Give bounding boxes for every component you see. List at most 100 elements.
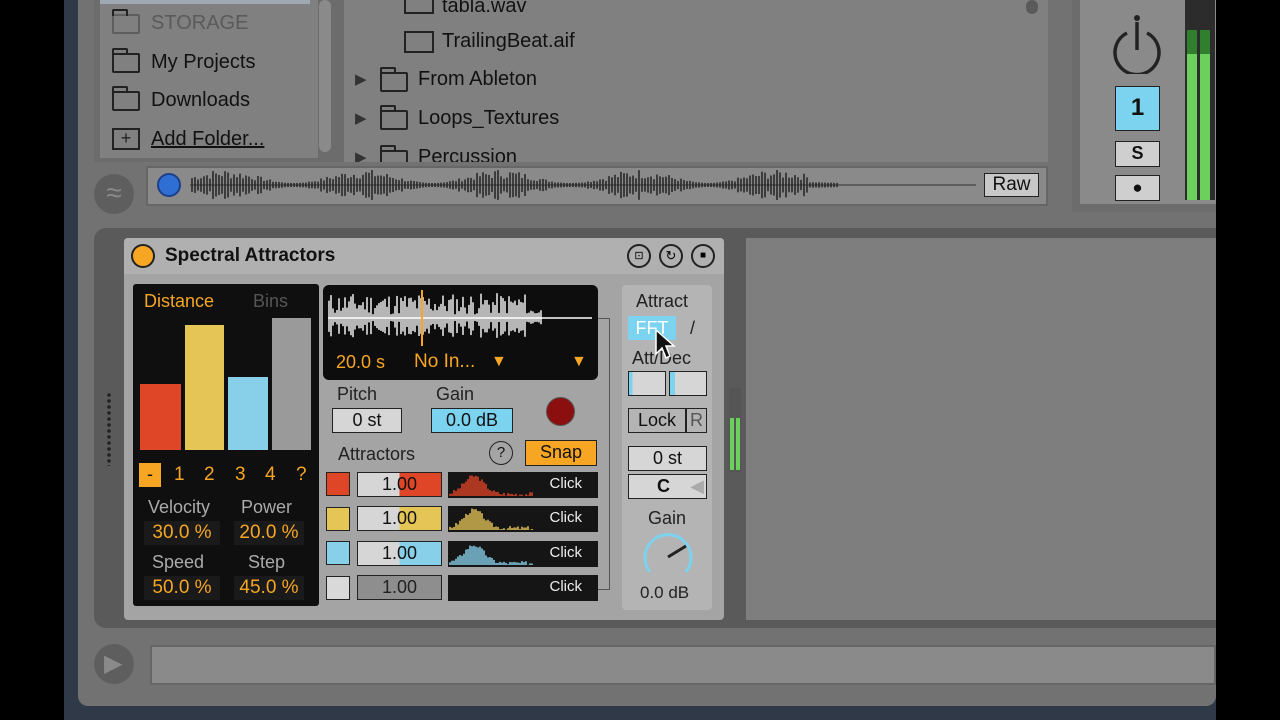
lock-label: Lock — [637, 410, 677, 430]
attractors-label: Attractors — [338, 444, 416, 464]
folder-icon — [380, 67, 408, 92]
attractor-spectrum[interactable]: Click — [448, 472, 598, 498]
level-meter-right — [1200, 30, 1210, 200]
record-button[interactable] — [546, 397, 575, 426]
selector-2[interactable]: 2 — [204, 464, 215, 486]
input-select[interactable]: No In... — [414, 351, 475, 373]
expand-arrow-icon[interactable]: ▶ — [355, 70, 367, 88]
attractor-amount[interactable]: 1.00 — [357, 541, 442, 566]
attractor-color-swatch[interactable] — [326, 541, 350, 565]
attractor-amount[interactable]: 1.00 — [357, 506, 442, 531]
attractor-bar-4[interactable] — [272, 318, 311, 450]
attractor-spectrum[interactable]: Click — [448, 541, 598, 567]
file-item-label: Loops_Textures — [418, 107, 560, 129]
device-on-button[interactable] — [131, 244, 155, 268]
attack-slider[interactable] — [628, 371, 666, 396]
gain-value[interactable]: 0.0 dB — [431, 408, 513, 433]
status-bar — [150, 645, 1216, 685]
file-item-label: Percussion — [418, 146, 517, 162]
tab-distance[interactable]: Distance — [144, 291, 214, 312]
expand-arrow-icon[interactable]: ▶ — [355, 109, 367, 127]
reset-icon[interactable]: ↻ — [659, 244, 683, 268]
file-item-percussion[interactable]: ▶ Percussion — [344, 140, 1044, 162]
power-label: Power — [241, 497, 293, 517]
gain-label: Gain — [436, 384, 475, 404]
file-item-label: TrailingBeat.aif — [442, 30, 575, 52]
snap-button[interactable]: Snap — [525, 440, 597, 466]
selector-random[interactable]: ? — [296, 464, 307, 486]
audio-file-icon — [404, 31, 434, 53]
audio-file-icon — [404, 0, 434, 14]
transpose-value[interactable]: 0 st — [628, 446, 707, 471]
attractor-spectrum[interactable]: Click — [448, 575, 598, 601]
sample-length[interactable]: 20.0 s — [336, 352, 385, 373]
hot-swap-icon[interactable]: ⊡ — [627, 244, 651, 268]
attractor-bar-3[interactable] — [228, 377, 268, 450]
track-activator-button[interactable]: 1 — [1115, 86, 1160, 131]
device-grip-dots[interactable] — [106, 392, 112, 466]
places-item-label: My Projects — [151, 51, 256, 73]
key-value: C — [657, 476, 670, 496]
velocity-label: Velocity — [148, 497, 211, 517]
attractor-amount[interactable]: 1.00 — [357, 575, 442, 600]
attractor-spectrum[interactable]: Click — [448, 506, 598, 532]
attractor-color-swatch[interactable] — [326, 507, 350, 531]
preview-toggle-button[interactable]: ≈ — [94, 174, 134, 214]
sample-waveform[interactable] — [328, 290, 592, 346]
r-label: R — [690, 410, 703, 430]
decay-slider[interactable] — [669, 371, 707, 396]
expand-arrow-icon[interactable]: ▶ — [355, 148, 367, 162]
click-button[interactable]: Click — [550, 544, 583, 561]
selector-label: - — [147, 464, 153, 484]
places-item-label: STORAGE — [151, 12, 249, 34]
file-scrollbar[interactable] — [1026, 0, 1038, 14]
options-dropdown-arrow-icon[interactable]: ▼ — [571, 353, 587, 371]
key-select[interactable]: C ◀ — [628, 474, 707, 499]
headphones-icon[interactable] — [157, 173, 181, 197]
attractor-bars[interactable] — [140, 318, 312, 450]
slash-label[interactable]: / — [690, 318, 695, 339]
places-item-label: Downloads — [151, 89, 250, 111]
attractor-color-swatch[interactable] — [326, 472, 350, 496]
pitch-label: Pitch — [337, 384, 378, 404]
add-folder-icon: + — [112, 128, 140, 150]
step-value[interactable]: 45.0 % — [234, 576, 304, 600]
click-button[interactable]: Click — [550, 578, 583, 595]
solo-button[interactable]: S — [1115, 141, 1160, 167]
arm-button[interactable]: ● — [1115, 175, 1160, 201]
pitch-value[interactable]: 0 st — [332, 408, 402, 433]
places-selection — [100, 0, 310, 4]
click-button[interactable]: Click — [550, 509, 583, 526]
output-gain-value[interactable]: 0.0 dB — [640, 583, 689, 603]
output-gain-knob[interactable] — [638, 530, 698, 584]
speed-value[interactable]: 50.0 % — [144, 576, 220, 600]
places-scrollbar[interactable] — [319, 0, 331, 152]
click-button[interactable]: Click — [550, 475, 583, 492]
selector-minus[interactable]: - — [139, 463, 161, 487]
file-item-label: From Ableton — [418, 68, 537, 90]
folder-icon — [112, 86, 140, 111]
folder-icon — [112, 9, 140, 34]
power-value[interactable]: 20.0 % — [234, 521, 304, 545]
selector-4[interactable]: 4 — [265, 464, 276, 486]
input-dropdown-arrow-icon[interactable]: ▼ — [491, 353, 507, 371]
velocity-value[interactable]: 30.0 % — [144, 521, 220, 545]
tab-bins[interactable]: Bins — [253, 291, 288, 312]
solo-label: S — [1131, 143, 1144, 163]
selector-1[interactable]: 1 — [174, 464, 185, 486]
power-icon[interactable] — [1108, 14, 1166, 74]
selector-3[interactable]: 3 — [235, 464, 246, 486]
save-preset-icon[interactable]: ■ — [691, 244, 715, 268]
help-button[interactable]: ? — [489, 441, 513, 465]
lock-button[interactable]: Lock — [628, 408, 686, 433]
attractor-color-swatch[interactable] — [326, 576, 350, 600]
device-title: Spectral Attractors — [165, 245, 336, 266]
arm-symbol: ● — [1132, 178, 1143, 197]
step-label: Step — [248, 552, 286, 572]
attractor-bar-2[interactable] — [185, 325, 224, 450]
attractor-amount[interactable]: 1.00 — [357, 472, 442, 497]
preview-waveform[interactable] — [190, 170, 976, 200]
r-button[interactable]: R — [686, 408, 707, 433]
raw-button[interactable]: Raw — [984, 173, 1039, 197]
attractor-bar-1[interactable] — [140, 384, 181, 450]
